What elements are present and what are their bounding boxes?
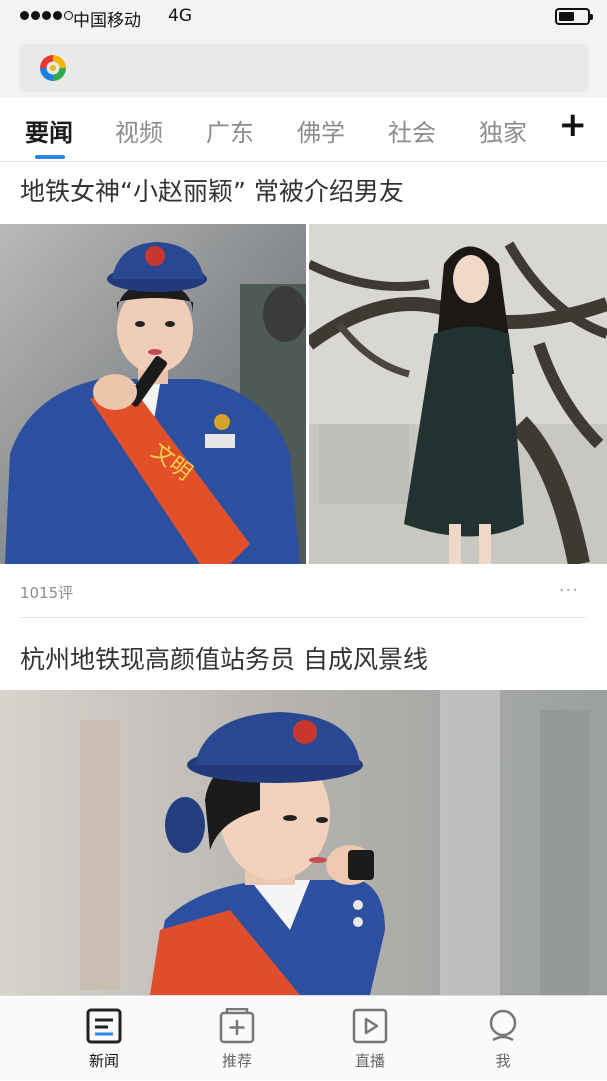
article-title[interactable]: 杭州地铁现高颜值站务员 自成风景线 — [20, 640, 428, 676]
carrier-name: 中国移动 — [73, 11, 141, 31]
channel-tabs: 要闻 视频 广东 佛学 社会 独家 + — [0, 98, 607, 162]
tab-guangdong[interactable]: 广东 — [206, 113, 254, 148]
article-photo-woman[interactable] — [309, 224, 607, 564]
attendant-closeup-image — [0, 690, 607, 995]
nav-profile-label: 我 — [495, 1052, 511, 1070]
active-tab-indicator — [35, 155, 65, 159]
network-type: 4G — [168, 6, 192, 26]
search-area — [0, 34, 607, 98]
nav-live-label: 直播 — [354, 1052, 385, 1070]
bottom-navigation: 新闻 推荐 直播 我 — [0, 995, 607, 1080]
profile-icon — [489, 1009, 517, 1042]
tab-buddhism[interactable]: 佛学 — [297, 113, 345, 148]
nav-news-label: 新闻 — [88, 1052, 119, 1070]
battery-icon — [555, 8, 593, 25]
recommend-icon — [219, 1008, 255, 1044]
comment-count[interactable]: 1015评 — [20, 582, 73, 603]
nav-profile[interactable]: 我 — [427, 996, 579, 1081]
live-icon — [352, 1008, 388, 1044]
nav-news[interactable]: 新闻 — [28, 996, 180, 1081]
nav-recommend[interactable]: 推荐 — [161, 996, 313, 1081]
tab-yaowen[interactable]: 要闻 — [25, 113, 73, 148]
more-options-icon[interactable]: ··· — [559, 580, 579, 601]
nav-recommend-label: 推荐 — [221, 1052, 252, 1070]
article-photo-attendant-closeup[interactable] — [0, 690, 607, 995]
attendant-photo-image: 文明 — [0, 224, 306, 564]
add-channel-button[interactable]: + — [559, 108, 588, 142]
status-bar: 中国移动 4G — [0, 0, 607, 34]
woman-photo-image — [309, 224, 607, 564]
tab-exclusive[interactable]: 独家 — [479, 113, 527, 148]
article-title[interactable]: 地铁女神“小赵丽颖” 常被介绍男友 — [20, 172, 404, 208]
signal-strength-icon — [20, 11, 73, 20]
tab-video[interactable]: 视频 — [115, 113, 163, 148]
tab-society[interactable]: 社会 — [388, 113, 436, 148]
news-icon — [86, 1008, 122, 1044]
article-divider — [20, 617, 587, 618]
article-photo-attendant[interactable]: 文明 — [0, 224, 306, 564]
nav-live[interactable]: 直播 — [294, 996, 446, 1081]
app-logo-icon — [40, 55, 66, 81]
search-input[interactable] — [19, 44, 589, 92]
